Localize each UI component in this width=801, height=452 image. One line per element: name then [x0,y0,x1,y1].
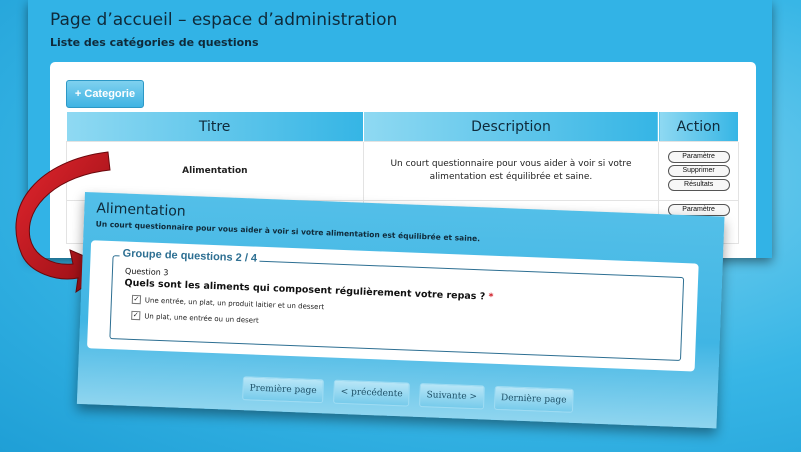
category-description: Un court questionnaire pour vous aider à… [362,141,660,201]
previous-page-button[interactable]: < précédente [333,379,411,407]
supprimer-button[interactable]: Supprimer [667,165,730,177]
questionnaire-page: Alimentation Un court questionnaire pour… [76,192,725,429]
pagination-nav: Première page < précédente Suivante > De… [242,376,574,413]
column-header-title: Titre [66,112,364,142]
first-page-button[interactable]: Première page [242,376,325,404]
category-actions: Paramètre Supprimer Résultats [658,141,739,201]
option-label: Une entrée, un plat, un produit laitier … [144,295,325,311]
option-label: Un plat, une entrée ou un desert [144,311,259,325]
group-legend: Groupe de questions 2 / 4 [119,247,261,265]
add-category-button[interactable]: + Categorie [66,80,144,108]
question-box: Groupe de questions 2 / 4 Question 3 Que… [87,240,699,372]
option-1[interactable]: ✓ Une entrée, un plat, un produit laitie… [131,294,325,311]
page-subtitle: Liste des catégories de questions [50,36,259,49]
checkbox-checked-icon[interactable]: ✓ [131,294,142,305]
last-page-button[interactable]: Dernière page [493,385,574,413]
page-title: Page d’accueil – espace d’administration [50,10,398,30]
quiz-description: Un court questionnaire pour vous aider à… [95,219,481,244]
checkbox-checked-icon[interactable]: ✓ [131,310,141,321]
question-number: Question 3 [124,266,169,278]
table-row: Alimentation Un court questionnaire pour… [66,141,739,201]
required-mark: * [488,291,494,303]
option-2[interactable]: ✓ Un plat, une entrée ou un desert [131,310,259,325]
question-group: Groupe de questions 2 / 4 Question 3 Que… [109,247,685,362]
next-page-button[interactable]: Suivante > [419,383,485,410]
resultats-button[interactable]: Résultats [667,179,730,191]
column-header-action: Action [658,112,739,142]
quiz-title: Alimentation [96,200,186,220]
column-header-description: Description [363,112,660,142]
parametre-button[interactable]: Paramètre [667,151,730,163]
